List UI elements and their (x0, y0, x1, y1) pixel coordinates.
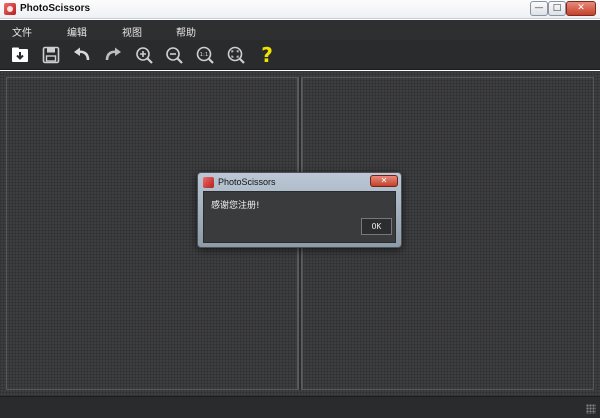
save-disk-icon (42, 46, 60, 64)
undo-icon (74, 47, 90, 61)
zoom-actual-size-icon: 1:1 (196, 46, 214, 64)
zoom-fit-icon (227, 46, 245, 64)
redo-icon (105, 47, 121, 61)
toolbar: 1:1 ? (0, 40, 600, 70)
window-title: PhotoScissors (20, 3, 91, 14)
dialog-body: 感谢您注册! OK (203, 191, 396, 243)
help-icon: ? (261, 43, 273, 67)
dialog-title: PhotoScissors (218, 177, 276, 187)
help-button[interactable]: ? (255, 43, 279, 67)
maximize-button[interactable]: □ (548, 1, 566, 16)
maximize-icon: □ (552, 3, 562, 13)
zoom-in-button[interactable] (132, 43, 156, 67)
photoscissors-logo-icon (4, 3, 16, 15)
registration-dialog: PhotoScissors ✕ 感谢您注册! OK (197, 172, 402, 248)
status-bar (0, 396, 600, 418)
save-button[interactable] (39, 43, 63, 67)
zoom-fit-button[interactable] (224, 43, 248, 67)
menu-view[interactable]: 视图 (122, 24, 142, 39)
zoom-out-button[interactable] (162, 43, 186, 67)
dialog-close-button[interactable]: ✕ (370, 175, 398, 187)
open-folder-icon (12, 47, 28, 62)
window-titlebar: PhotoScissors — □ ✕ (0, 0, 600, 19)
ok-button[interactable]: OK (361, 218, 392, 235)
minimize-button[interactable]: — (530, 1, 548, 16)
zoom-actual-size-label: 1:1 (200, 52, 209, 58)
menu-help[interactable]: 帮助 (176, 24, 196, 39)
close-button[interactable]: ✕ (566, 1, 596, 16)
redo-button[interactable] (101, 43, 125, 67)
undo-button[interactable] (70, 43, 94, 67)
zoom-actual-size-button[interactable]: 1:1 (193, 43, 217, 67)
dialog-message: 感谢您注册! (211, 201, 260, 211)
menu-edit[interactable]: 编辑 (67, 24, 87, 39)
close-icon: ✕ (577, 3, 585, 13)
minimize-icon: — (534, 3, 544, 13)
zoom-out-icon (166, 47, 183, 64)
close-icon: ✕ (380, 176, 388, 185)
menu-file[interactable]: 文件 (12, 24, 32, 39)
open-button[interactable] (8, 43, 32, 67)
resize-grip-icon[interactable] (586, 404, 596, 414)
zoom-in-icon (136, 47, 153, 64)
menu-bar: 文件 编辑 视图 帮助 (0, 20, 600, 40)
photoscissors-logo-icon (203, 177, 214, 188)
